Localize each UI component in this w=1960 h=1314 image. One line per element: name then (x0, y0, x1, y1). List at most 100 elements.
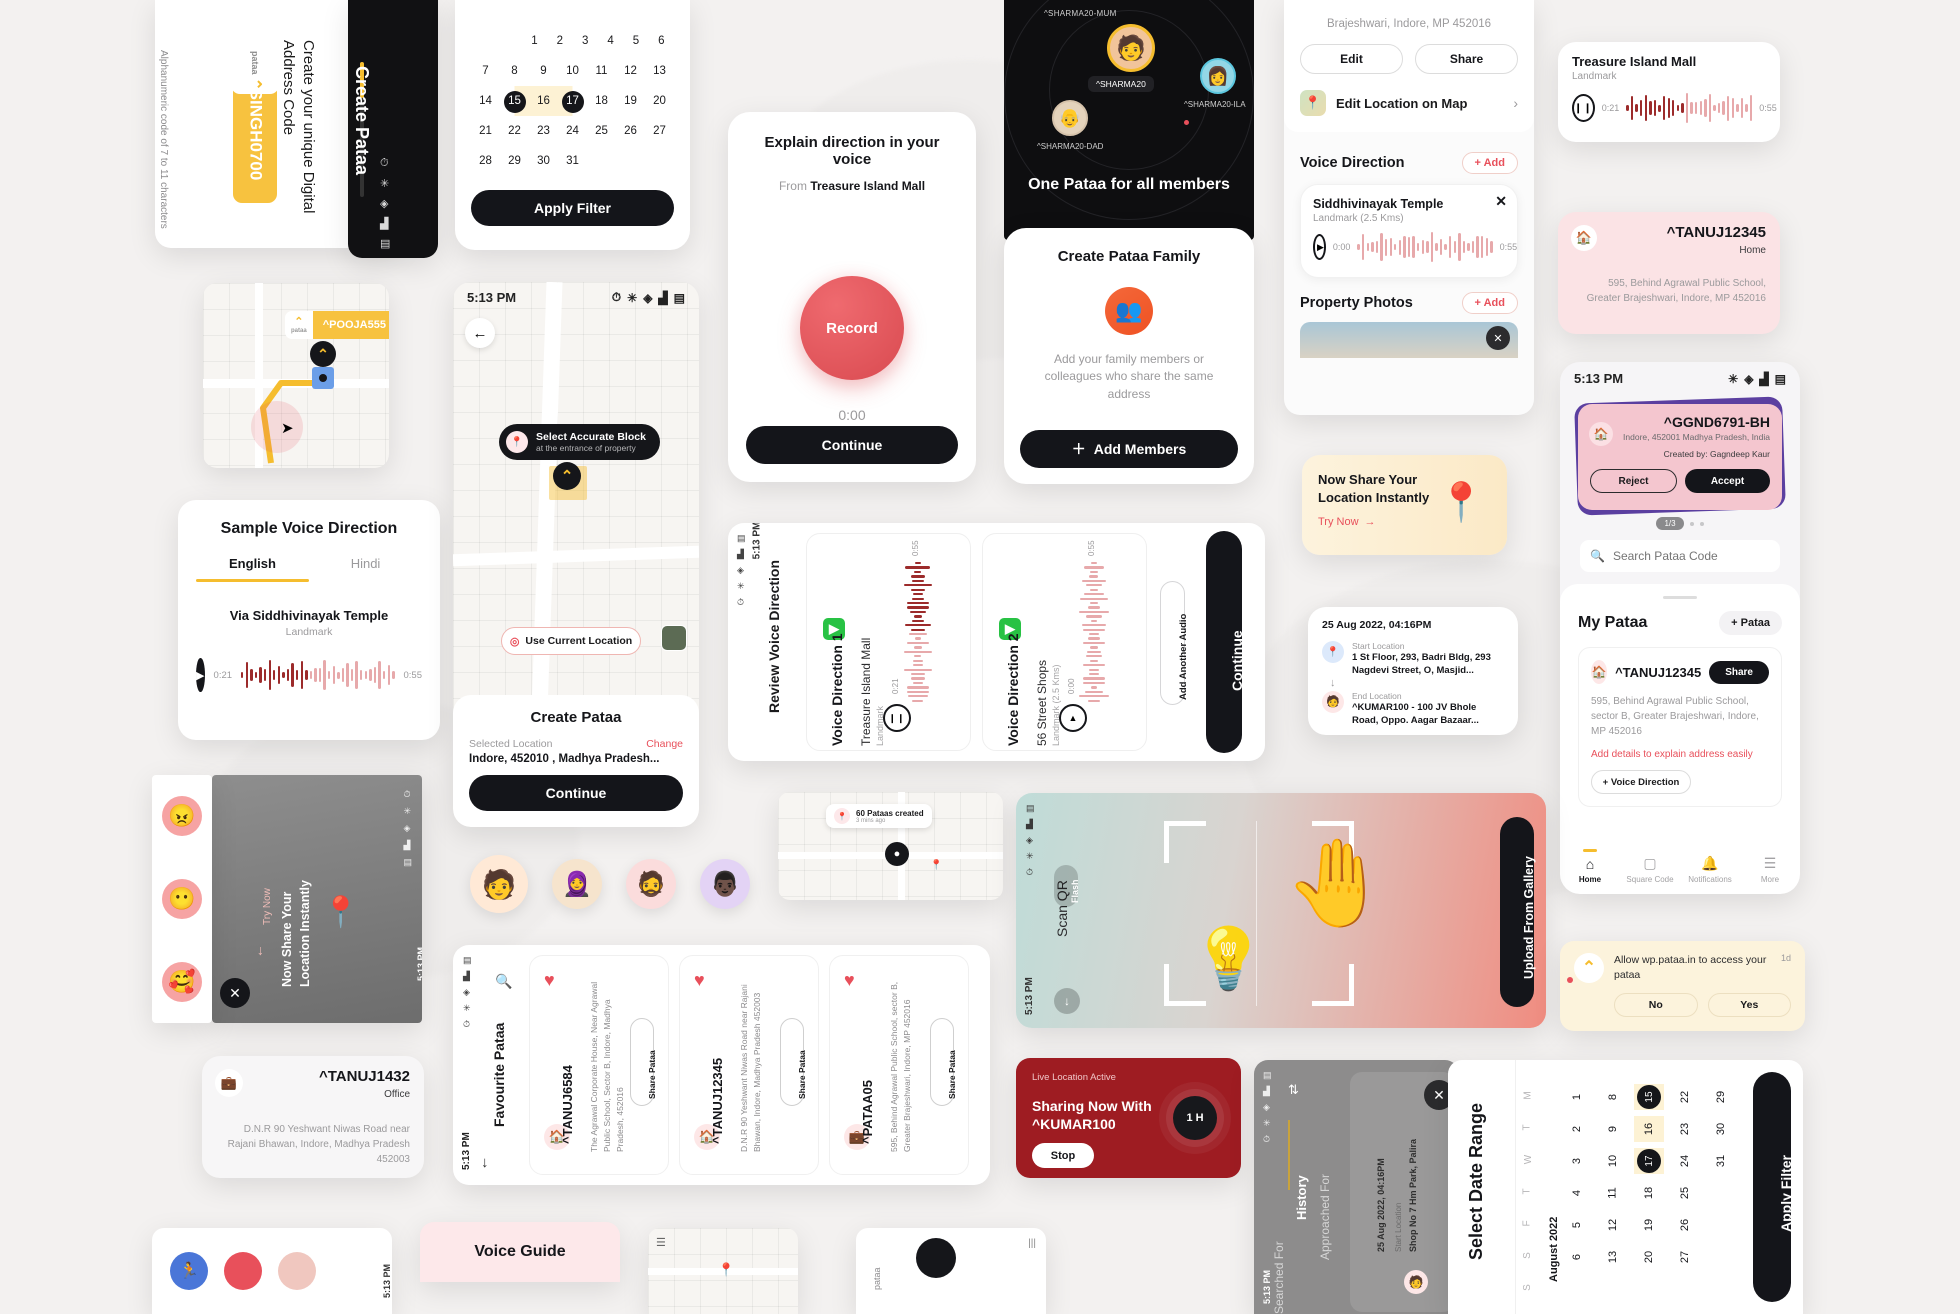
calendar-day[interactable]: 4 (1562, 1180, 1592, 1206)
play-button[interactable]: ▶ (1313, 234, 1326, 260)
nav-item-notifications[interactable]: 🔔 Notifications (1680, 848, 1740, 884)
review-continue-button[interactable]: Continue (1206, 531, 1245, 753)
tab-searched-for[interactable]: Searched For (1272, 1241, 1286, 1314)
share-button[interactable]: Share (1415, 44, 1518, 74)
calendar-day[interactable]: 24 (558, 116, 587, 146)
calendar-day[interactable]: 19 (1634, 1212, 1664, 1238)
calendar-day[interactable]: 3 (1562, 1148, 1592, 1174)
create-pataa-continue-button[interactable]: Continue (469, 775, 683, 811)
calendar-day[interactable]: 1 (522, 26, 547, 56)
calendar-day[interactable]: 9 (1598, 1116, 1628, 1142)
add-pataa-button[interactable]: + Pataa (1719, 611, 1782, 635)
calendar-day[interactable]: 16 (1634, 1116, 1664, 1142)
calendar-day[interactable]: 18 (587, 86, 616, 116)
calendar-day[interactable]: 30 (529, 146, 558, 176)
stop-sharing-button[interactable]: Stop (1032, 1143, 1094, 1169)
back-button[interactable]: ← (465, 318, 495, 348)
avatar[interactable]: 🧔 (626, 859, 676, 909)
calendar-day[interactable]: 15 (500, 86, 529, 116)
share-pataa-button[interactable]: Share Pataa (630, 1018, 657, 1106)
calendar-day[interactable]: 19 (616, 86, 645, 116)
calendar-day[interactable]: 24 (1670, 1148, 1700, 1174)
nav-item-square-code[interactable]: ▢ Square Code (1620, 848, 1680, 884)
calendar-day[interactable]: 29 (500, 146, 529, 176)
calendar-day[interactable]: 12 (1598, 1212, 1628, 1238)
avatar[interactable]: 🧕 (552, 859, 602, 909)
calendar-day[interactable]: 25 (587, 116, 616, 146)
share-button[interactable]: Share (1709, 660, 1769, 684)
calendar-day[interactable]: 8 (1598, 1084, 1628, 1110)
calendar-day[interactable]: 13 (645, 56, 674, 86)
promo-left-cta[interactable]: Try Now (262, 888, 273, 925)
calendar-day[interactable]: 10 (1598, 1148, 1628, 1174)
calendar-day[interactable]: 4 (598, 26, 623, 56)
heart-icon[interactable]: ♥ (694, 970, 705, 991)
calendar-day[interactable]: 26 (616, 116, 645, 146)
upload-from-gallery-button[interactable]: Upload From Gallery (1500, 817, 1536, 1007)
edit-button[interactable]: Edit (1300, 44, 1403, 74)
calendar-day[interactable]: 14 (471, 86, 500, 116)
calendar-day[interactable]: 30 (1706, 1116, 1736, 1142)
add-another-audio-button[interactable]: Add Another Audio (1160, 581, 1189, 705)
calendar-day[interactable]: 27 (645, 116, 674, 146)
calendar-day[interactable]: 25 (1670, 1180, 1700, 1206)
calendar-day[interactable]: 2 (547, 26, 572, 56)
calendar-day[interactable]: 12 (616, 56, 645, 86)
accept-button[interactable]: Accept (1685, 469, 1770, 493)
calendar-day[interactable]: 18 (1634, 1180, 1664, 1206)
calendar-day[interactable]: 6 (649, 26, 674, 56)
calendar-day[interactable]: 28 (471, 146, 500, 176)
search-pataa-code[interactable]: 🔍 (1580, 540, 1780, 572)
calendar-day[interactable]: 16 (529, 86, 558, 116)
nav-item-home[interactable]: ⌂ Home (1560, 849, 1620, 884)
calendar-day[interactable]: 27 (1670, 1244, 1700, 1270)
flash-button[interactable]: Flash (1054, 865, 1080, 907)
pataa-pin-icon[interactable]: ⌃ (553, 462, 581, 490)
calendar-day[interactable]: 7 (471, 56, 500, 86)
calendar-day[interactable]: 20 (1634, 1244, 1664, 1270)
arrow-down-icon[interactable]: ↓ (481, 1154, 489, 1171)
permission-yes-button[interactable]: Yes (1707, 993, 1791, 1017)
record-continue-button[interactable]: Continue (746, 426, 958, 464)
change-link[interactable]: Change (646, 738, 683, 750)
search-input[interactable] (1612, 549, 1770, 563)
calendar-day[interactable]: 5 (623, 26, 648, 56)
calendar-day[interactable]: 9 (529, 56, 558, 86)
download-button[interactable]: ↓ (1054, 988, 1080, 1014)
emoji-reaction[interactable]: 😠 (162, 796, 202, 837)
avatar[interactable]: 🧑 (470, 855, 528, 913)
heart-icon[interactable]: ♥ (544, 970, 555, 991)
share-pataa-button[interactable]: Share Pataa (930, 1018, 957, 1106)
calendar-day[interactable]: 13 (1598, 1244, 1628, 1270)
calendar-day[interactable]: 17 (1634, 1148, 1664, 1174)
map-layers-button[interactable] (661, 625, 687, 651)
calendar-day[interactable]: 6 (1562, 1244, 1592, 1270)
pager-dot[interactable] (1699, 521, 1704, 526)
nav-item-more[interactable]: ☰ More (1740, 848, 1800, 884)
calendar-day[interactable]: 22 (500, 116, 529, 146)
calendar-day[interactable]: 3 (573, 26, 598, 56)
calendar-day[interactable]: 8 (500, 56, 529, 86)
share-pataa-button[interactable]: Share Pataa (780, 1018, 807, 1106)
add-members-button[interactable]: ＋ Add Members (1020, 430, 1238, 468)
play-button[interactable]: ▲ (1059, 704, 1087, 732)
sheet-handle[interactable] (1663, 596, 1697, 599)
pause-button[interactable]: ❙❙ (1572, 94, 1595, 122)
avatar[interactable]: 👨🏿 (700, 859, 750, 909)
tab-history[interactable]: History (1294, 1175, 1309, 1220)
calendar-day[interactable]: 2 (1562, 1116, 1592, 1142)
add-property-photo-button[interactable]: + Add (1461, 292, 1518, 314)
calendar-day[interactable]: 31 (558, 146, 587, 176)
calendar-day[interactable]: 1 (1562, 1084, 1592, 1110)
search-icon[interactable]: 🔍 (495, 973, 512, 990)
calendar-day[interactable]: 15 (1634, 1084, 1664, 1110)
reject-button[interactable]: Reject (1590, 469, 1677, 493)
calendar-day[interactable]: 11 (1598, 1180, 1628, 1206)
tab-english[interactable]: English (196, 556, 309, 582)
calendar-day[interactable]: 5 (1562, 1212, 1592, 1238)
calendar-day[interactable]: 20 (645, 86, 674, 116)
calendar-day[interactable]: 23 (529, 116, 558, 146)
permission-no-button[interactable]: No (1614, 993, 1698, 1017)
use-current-location-button[interactable]: ◎ Use Current Location (501, 627, 641, 655)
tab-hindi[interactable]: Hindi (309, 556, 422, 582)
